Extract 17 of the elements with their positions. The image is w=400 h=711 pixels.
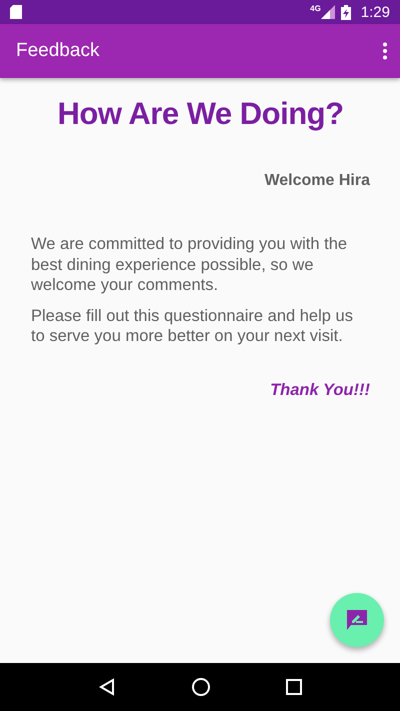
clock: 1:29: [360, 4, 390, 20]
recents-icon[interactable]: [286, 679, 302, 695]
back-icon[interactable]: [98, 678, 116, 696]
intro-paragraph: Please fill out this questionnaire and help us to serve you more better on your next visit.: [31, 306, 354, 346]
more-icon[interactable]: [382, 42, 388, 60]
home-icon[interactable]: [190, 677, 211, 697]
greeting: Welcome Hira: [264, 172, 370, 190]
sd-card-icon: [10, 5, 22, 19]
network-type: 4G: [310, 4, 321, 13]
signal-icon: [320, 5, 335, 19]
battery-icon: [340, 4, 351, 20]
toolbar-title: Feedback: [16, 40, 100, 62]
intro-paragraph: We are committed to providing you with the best dining experience possible, so we welcome your comments.: [31, 234, 348, 296]
page-heading: How Are We Doing?: [56, 96, 344, 132]
edit-message-icon: [347, 610, 367, 630]
feedback-button[interactable]: [330, 593, 384, 647]
closing-text: Thank You!!!: [270, 380, 370, 400]
